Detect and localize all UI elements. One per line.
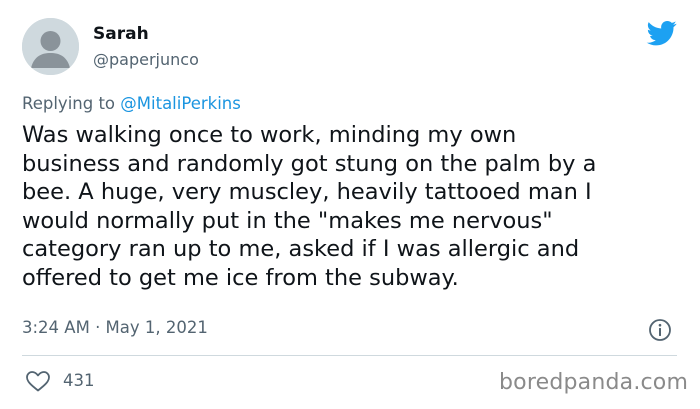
tweet-timestamp[interactable]: 3:24 AM · May 1, 2021 [22,318,208,337]
like-count: 431 [63,371,95,390]
default-avatar-icon [22,18,79,75]
watermark: boredpanda.com [499,370,689,395]
tweet-text: Was walking once to work, minding my own… [22,122,597,291]
heart-icon[interactable] [25,370,51,392]
replying-prefix: Replying to [22,94,121,113]
divider [22,355,677,356]
replying-to-line: Replying to @MitaliPerkins [22,94,241,113]
author-display-name[interactable]: Sarah [93,24,149,44]
author-handle[interactable]: @paperjunco [93,50,199,69]
avatar[interactable] [22,18,79,75]
info-icon[interactable] [648,318,672,342]
replying-mention-link[interactable]: @MitaliPerkins [120,94,241,113]
twitter-bird-icon[interactable] [645,18,679,48]
